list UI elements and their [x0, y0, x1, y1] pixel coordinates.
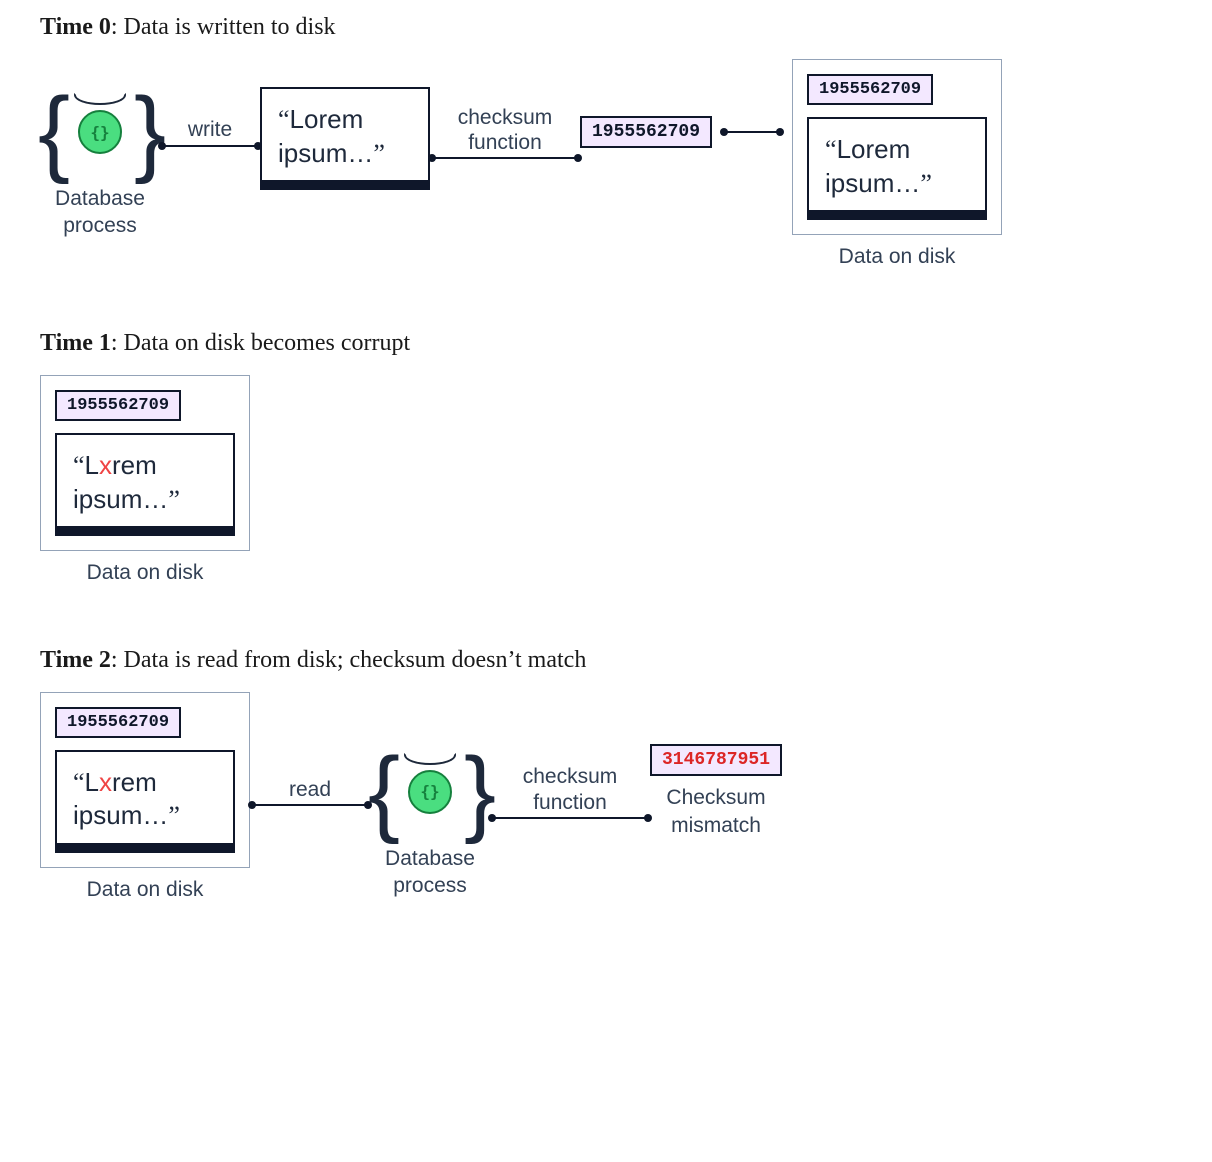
d1-post: rem [112, 450, 157, 480]
arrow-write: write [160, 87, 260, 177]
disk-icon-2: 1955562709 “Lxrem ipsum…” [40, 692, 250, 868]
time0-title-bold: Time 0 [40, 14, 111, 40]
d1-pre: L [85, 450, 99, 480]
time1-title-bold: Time 1 [40, 330, 111, 356]
d1-l2: ipsum… [73, 484, 168, 514]
d2-l2: ipsum… [73, 800, 168, 830]
doc0-l2: ipsum… [278, 138, 373, 168]
disk-checksum-1: 1955562709 [55, 390, 181, 421]
mismatch-label: Checksum mismatch [666, 784, 765, 839]
diskdoc0-l1: Lorem [837, 134, 911, 164]
time1-row: 1955562709 “Lxrem ipsum…” Data on disk [40, 375, 1172, 586]
arrow-to-disk-0 [712, 87, 792, 177]
checksum-value-0: 1955562709 [580, 116, 712, 148]
arrow-write-label: write [188, 117, 232, 142]
disk-icon: 1955562709 “Lorem ipsum…” [792, 59, 1002, 235]
disk-checksum-2: 1955562709 [55, 707, 181, 738]
db-process-node-0: {} {} Database process [40, 87, 160, 240]
d2-pre: L [85, 767, 99, 797]
db-process-label-2: Database process [385, 845, 475, 900]
arrow-read-label: read [289, 777, 331, 802]
diskdoc0-l2: ipsum… [825, 168, 920, 198]
doc-node-0: “Lorem ipsum…” [260, 87, 430, 190]
arrow-checksum-0-label: checksum function [458, 105, 553, 155]
disk-document-1: “Lxrem ipsum…” [55, 433, 235, 536]
arrow-checksum-2: checksum function [490, 692, 650, 892]
d1-bad: x [99, 450, 112, 480]
time1-title-rest: : Data on disk becomes corrupt [111, 330, 410, 356]
checksum-chip-2: 3146787951 Checksum mismatch [650, 692, 782, 892]
disk-document-0: “Lorem ipsum…” [807, 117, 987, 220]
disk-icon-1: 1955562709 “Lxrem ipsum…” [40, 375, 250, 551]
arrow-checksum-0: checksum function [430, 87, 580, 177]
disk-checksum-0: 1955562709 [807, 74, 933, 105]
checksum-chip-0: 1955562709 [580, 87, 712, 177]
doc0-l1: Lorem [290, 104, 364, 134]
d2-bad: x [99, 767, 112, 797]
time0-title-rest: : Data is written to disk [111, 14, 336, 40]
db-process-node-2: {} {} Database process [370, 747, 490, 900]
arrow-checksum-2-label: checksum function [523, 764, 618, 814]
disk-document-2: “Lxrem ipsum…” [55, 750, 235, 853]
disk-label-1: Data on disk [87, 559, 204, 586]
time2-title: Time 2: Data is read from disk; checksum… [40, 647, 1172, 674]
disk-label-2: Data on disk [87, 876, 204, 903]
time2-row: 1955562709 “Lxrem ipsum…” Data on disk r… [40, 692, 1172, 903]
time2-title-bold: Time 2 [40, 647, 111, 673]
disk-node-1: 1955562709 “Lxrem ipsum…” Data on disk [40, 375, 250, 586]
db-process-label-0: Database process [55, 185, 145, 240]
disk-node-0: 1955562709 “Lorem ipsum…” Data on disk [792, 59, 1002, 270]
d2-post: rem [112, 767, 157, 797]
disk-label-0: Data on disk [839, 243, 956, 270]
document-icon: “Lorem ipsum…” [260, 87, 430, 190]
time1-title: Time 1: Data on disk becomes corrupt [40, 330, 1172, 357]
arrow-read: read [250, 692, 370, 892]
time0-row: {} {} Database process write “Lorem ipsu… [40, 59, 1172, 270]
time2-title-rest: : Data is read from disk; checksum doesn… [111, 647, 586, 673]
disk-node-2: 1955562709 “Lxrem ipsum…” Data on disk [40, 692, 250, 903]
time0-title: Time 0: Data is written to disk [40, 14, 1172, 41]
database-process-icon: {} {} [40, 87, 160, 177]
checksum-value-2: 3146787951 [650, 744, 782, 776]
database-process-icon-2: {} {} [370, 747, 490, 837]
